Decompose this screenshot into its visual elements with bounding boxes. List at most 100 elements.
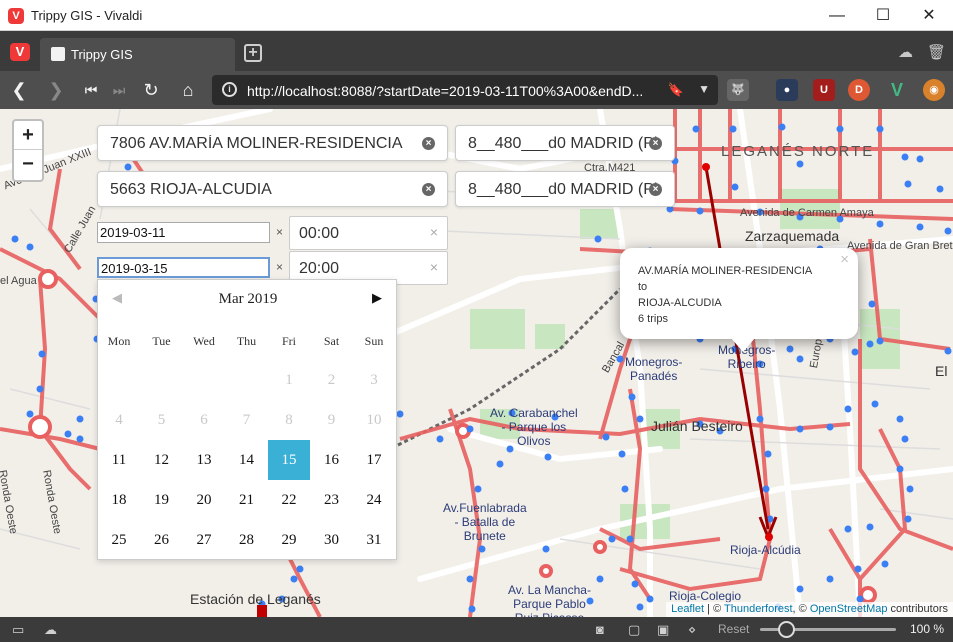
clear-origin-line-icon[interactable]: ×: [649, 137, 662, 150]
maximize-button[interactable]: ☐: [860, 0, 906, 31]
fast-forward-button[interactable]: ⏭: [108, 79, 130, 101]
vivaldi-menu-button[interactable]: V: [10, 43, 30, 61]
clear-origin-stop-icon[interactable]: ×: [422, 137, 435, 150]
bus-stop-marker[interactable]: [866, 340, 874, 348]
duckduckgo-extension-icon[interactable]: D: [848, 79, 870, 101]
bus-stop-marker[interactable]: [944, 227, 952, 235]
thunderforest-link[interactable]: Thunderforest: [724, 603, 792, 615]
bus-stop-marker[interactable]: [11, 235, 19, 243]
cloud-sync-icon[interactable]: ☁: [898, 43, 913, 61]
bus-stop-marker[interactable]: [626, 535, 634, 543]
bus-stop-marker[interactable]: [692, 125, 700, 133]
bus-stop-marker[interactable]: [124, 163, 132, 171]
capture-icon[interactable]: ◙: [596, 622, 604, 637]
clear-end-time-icon[interactable]: ×: [430, 259, 438, 275]
bus-stop-marker[interactable]: [621, 485, 629, 493]
calendar-day[interactable]: 16: [311, 440, 353, 480]
clear-destination-line-icon[interactable]: ×: [649, 183, 662, 196]
calendar-day[interactable]: 18: [98, 480, 140, 520]
bus-stop-marker[interactable]: [876, 337, 884, 345]
bus-stop-marker[interactable]: [896, 415, 904, 423]
forward-button[interactable]: ❯: [45, 79, 67, 101]
back-button[interactable]: ❮: [8, 79, 30, 101]
address-dropdown-icon[interactable]: ▼: [698, 82, 710, 96]
bus-stop-marker[interactable]: [844, 525, 852, 533]
address-url[interactable]: http://localhost:8088/?startDate=2019-03…: [247, 83, 667, 99]
bus-stop-marker[interactable]: [762, 485, 770, 493]
bus-stop-marker[interactable]: [696, 207, 704, 215]
map-view[interactable]: LEGANÉS NORTE Zarzaquemada Avenida de Ca…: [0, 109, 953, 617]
origin-stop-marker[interactable]: [702, 163, 710, 171]
bus-stop-marker[interactable]: [636, 415, 644, 423]
bookmark-icon[interactable]: 🔖: [668, 82, 684, 98]
bus-stop-marker[interactable]: [854, 565, 862, 573]
bus-stop-marker[interactable]: [478, 545, 486, 553]
bus-stop-marker[interactable]: [901, 153, 909, 161]
calendar-day[interactable]: 11: [98, 440, 140, 480]
bus-stop-marker[interactable]: [436, 435, 444, 443]
bus-stop-marker[interactable]: [796, 160, 804, 168]
site-info-icon[interactable]: i: [222, 82, 237, 97]
calendar-day[interactable]: 27: [183, 520, 225, 560]
calendar-day[interactable]: 22: [268, 480, 310, 520]
bus-stop-marker[interactable]: [466, 425, 474, 433]
close-window-button[interactable]: ✕: [906, 0, 952, 31]
bus-stop-marker[interactable]: [944, 347, 952, 355]
bus-stop-marker[interactable]: [871, 400, 879, 408]
calendar-day[interactable]: 24: [353, 480, 395, 520]
bus-stop-marker[interactable]: [901, 435, 909, 443]
rewind-button[interactable]: ⏮: [80, 79, 102, 101]
calendar-day[interactable]: 26: [141, 520, 183, 560]
zoom-out-button[interactable]: −: [14, 150, 42, 179]
bus-stop-marker[interactable]: [866, 523, 874, 531]
bus-stop-marker[interactable]: [544, 453, 552, 461]
bus-stop-marker[interactable]: [851, 348, 859, 356]
bus-stop-marker[interactable]: [636, 603, 644, 611]
bus-stop-marker[interactable]: [904, 515, 912, 523]
bus-stop-marker[interactable]: [786, 345, 794, 353]
bus-stop-marker[interactable]: [868, 300, 876, 308]
leaflet-link[interactable]: Leaflet: [671, 603, 704, 615]
zoom-slider-handle[interactable]: [778, 621, 795, 638]
destination-line-select[interactable]: 8__480___d0 MADRID (Pla ×: [455, 171, 675, 207]
bus-stop-marker[interactable]: [542, 545, 550, 553]
bus-stop-marker[interactable]: [26, 243, 34, 251]
bus-stop-marker[interactable]: [76, 415, 84, 423]
calendar-day-selected[interactable]: 15: [268, 440, 310, 480]
openstreetmap-link[interactable]: OpenStreetMap: [810, 603, 888, 615]
bus-stop-marker[interactable]: [631, 580, 639, 588]
calendar-day[interactable]: 23: [311, 480, 353, 520]
clear-destination-stop-icon[interactable]: ×: [422, 183, 435, 196]
clear-start-time-icon[interactable]: ×: [430, 224, 438, 240]
bus-stop-marker[interactable]: [628, 393, 636, 401]
tab-trippy-gis[interactable]: Trippy GIS: [40, 38, 235, 71]
calendar-day[interactable]: 28: [226, 520, 268, 560]
bus-stop-marker[interactable]: [844, 405, 852, 413]
bus-stop-marker[interactable]: [618, 450, 626, 458]
bus-stop-marker[interactable]: [296, 565, 304, 573]
bus-stop-marker[interactable]: [796, 425, 804, 433]
address-field[interactable]: i http://localhost:8088/?startDate=2019-…: [212, 75, 718, 105]
bus-stop-marker[interactable]: [731, 183, 739, 191]
bus-stop-marker[interactable]: [468, 605, 476, 613]
bus-stop-marker[interactable]: [778, 123, 786, 131]
new-tab-button[interactable]: +: [244, 44, 262, 62]
end-date-input[interactable]: 2019-03-15: [97, 257, 270, 278]
bus-stop-marker[interactable]: [896, 465, 904, 473]
vue-devtools-extension-icon[interactable]: V: [886, 79, 908, 101]
bus-stop-marker[interactable]: [826, 423, 834, 431]
bus-stop-marker[interactable]: [826, 575, 834, 583]
bus-stop-marker[interactable]: [26, 410, 34, 418]
calendar-day[interactable]: 30: [311, 520, 353, 560]
next-month-icon[interactable]: ▶: [372, 290, 382, 306]
calendar-day[interactable]: 14: [226, 440, 268, 480]
bus-stop-marker[interactable]: [796, 355, 804, 363]
bus-stop-marker[interactable]: [466, 575, 474, 583]
calendar-day[interactable]: 13: [183, 440, 225, 480]
calendar-day[interactable]: 17: [353, 440, 395, 480]
bus-stop-marker[interactable]: [496, 460, 504, 468]
bus-stop-marker[interactable]: [876, 125, 884, 133]
start-time-input[interactable]: 00:00 ×: [289, 216, 448, 250]
bus-stop-marker[interactable]: [906, 485, 914, 493]
bus-stop-marker[interactable]: [38, 350, 46, 358]
